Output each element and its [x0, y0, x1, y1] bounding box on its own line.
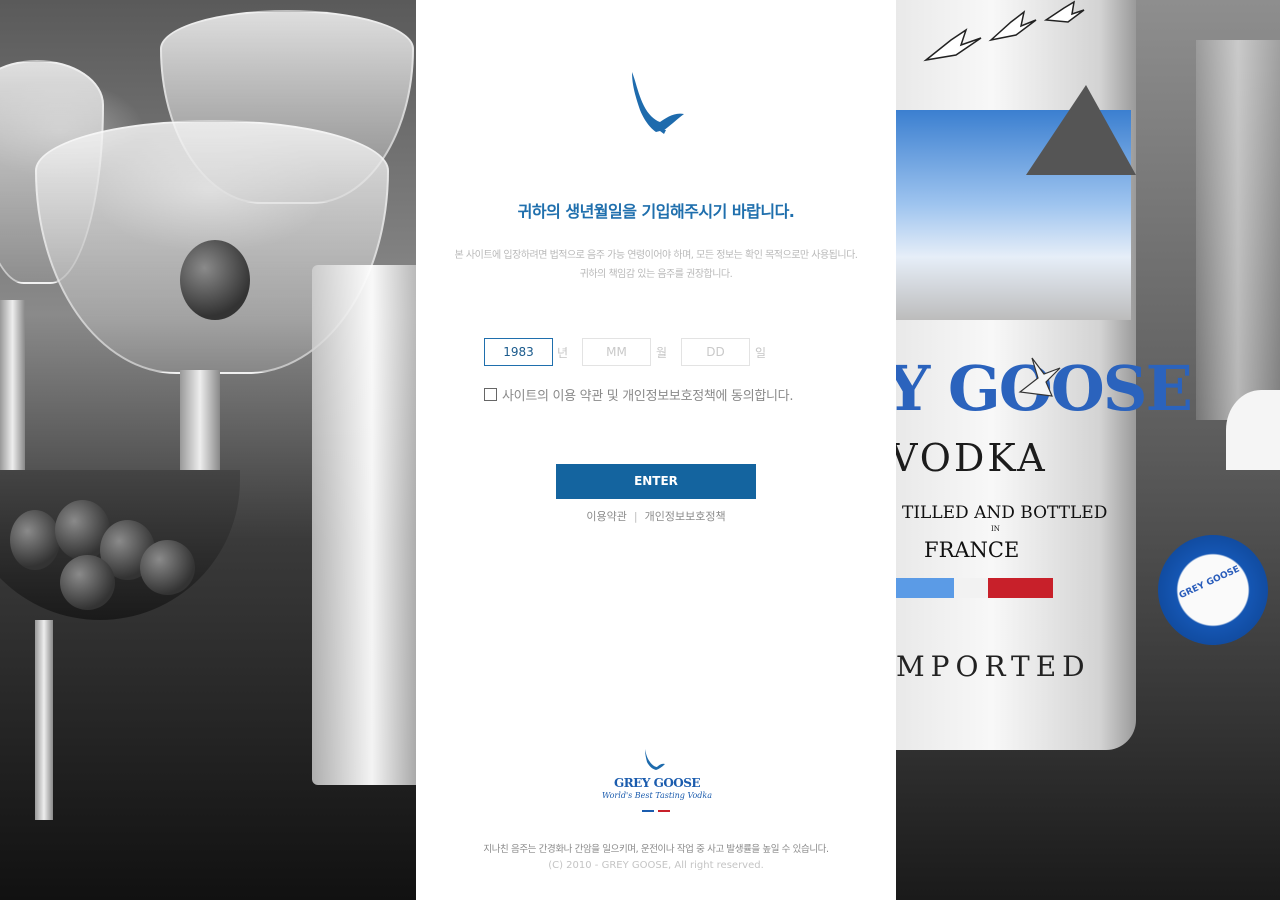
enter-button[interactable]: ENTER — [556, 464, 756, 499]
bottle-mountain — [1026, 85, 1136, 175]
bottle-in-text: IN — [991, 525, 1000, 533]
privacy-policy-link[interactable]: 개인정보보호정책 — [645, 510, 726, 523]
bowl-stem — [35, 620, 53, 820]
bottle-france-text: FRANCE — [924, 538, 1020, 562]
bottle-flag-blue — [896, 578, 954, 598]
ice-tumbler — [312, 265, 416, 785]
footer-flag-blue — [642, 810, 654, 812]
bottle-distilled-text: TILLED AND BOTTLED — [902, 503, 1108, 523]
footer-brand-tagline: World's Best Tasting Vodka — [601, 791, 713, 800]
left-background-photo — [0, 0, 416, 900]
description-line-1: 본 사이트에 입장하려면 법적으로 음주 가능 연령이어야 하며, 모든 정보는… — [454, 250, 858, 261]
cap-goose-icon: GREY GOOSE — [1177, 564, 1242, 602]
birth-day-input[interactable] — [681, 338, 750, 366]
vodka-bottle: Y GOOSE VODKA TILLED AND BOTTLED IN FRAN… — [896, 0, 1193, 750]
olive — [60, 555, 115, 610]
goose-logo-icon — [645, 749, 665, 770]
olive — [180, 240, 250, 320]
olive — [140, 540, 195, 595]
glass-stem — [180, 370, 220, 480]
bottle-imported-text: MPORTED — [896, 650, 1091, 683]
birth-year-input[interactable] — [484, 338, 553, 366]
month-unit-label: 월 — [656, 346, 668, 360]
bottle-goose-icon — [1018, 357, 1061, 397]
footer-brand-name: GREY GOOSE — [613, 776, 701, 790]
terms-agreement-label[interactable]: 사이트의 이용 약관 및 개인정보보호정책에 동의합니다. — [502, 385, 793, 404]
ice-bucket — [1196, 40, 1280, 420]
olive — [10, 510, 60, 570]
glass-stem — [0, 300, 25, 480]
bottle-geese-icon — [923, 0, 1085, 62]
age-gate-panel: 귀하의 생년월일을 기입해주시기 바랍니다. 본 사이트에 입장하려면 법적으로… — [416, 0, 896, 900]
copyright-text: (C) 2010 - GREY GOOSE, All right reserve… — [548, 860, 764, 871]
footer-links: 이용약관 | 개인정보보호정책 — [416, 508, 896, 524]
terms-checkbox[interactable] — [484, 388, 497, 401]
footer-flag-red — [658, 810, 670, 812]
bottle-flag-white — [954, 578, 988, 598]
page-description: 본 사이트에 입장하려면 법적으로 음주 가능 연령이어야 하며, 모든 정보는… — [416, 246, 896, 284]
year-unit-label: 년 — [557, 346, 569, 360]
right-background-photo: Y GOOSE VODKA TILLED AND BOTTLED IN FRAN… — [896, 0, 1280, 900]
bottle-flag-red — [988, 578, 1053, 598]
day-unit-label: 일 — [755, 346, 767, 360]
terms-link[interactable]: 이용약관 — [586, 510, 626, 523]
link-separator: | — [633, 510, 638, 523]
bottle-vodka-text: VODKA — [896, 436, 1048, 480]
birth-month-input[interactable] — [582, 338, 651, 366]
health-warning: 지나친 음주는 간경화나 간암을 일으키며, 운전이나 작업 중 사고 발생률을… — [483, 844, 829, 855]
bottle-cap: GREY GOOSE — [1139, 516, 1280, 664]
description-line-2: 귀하의 책임감 있는 음주를 권장합니다. — [579, 269, 733, 280]
page-headline: 귀하의 생년월일을 기입해주시기 바랍니다. — [517, 202, 795, 221]
goose-logo-icon — [632, 72, 684, 134]
